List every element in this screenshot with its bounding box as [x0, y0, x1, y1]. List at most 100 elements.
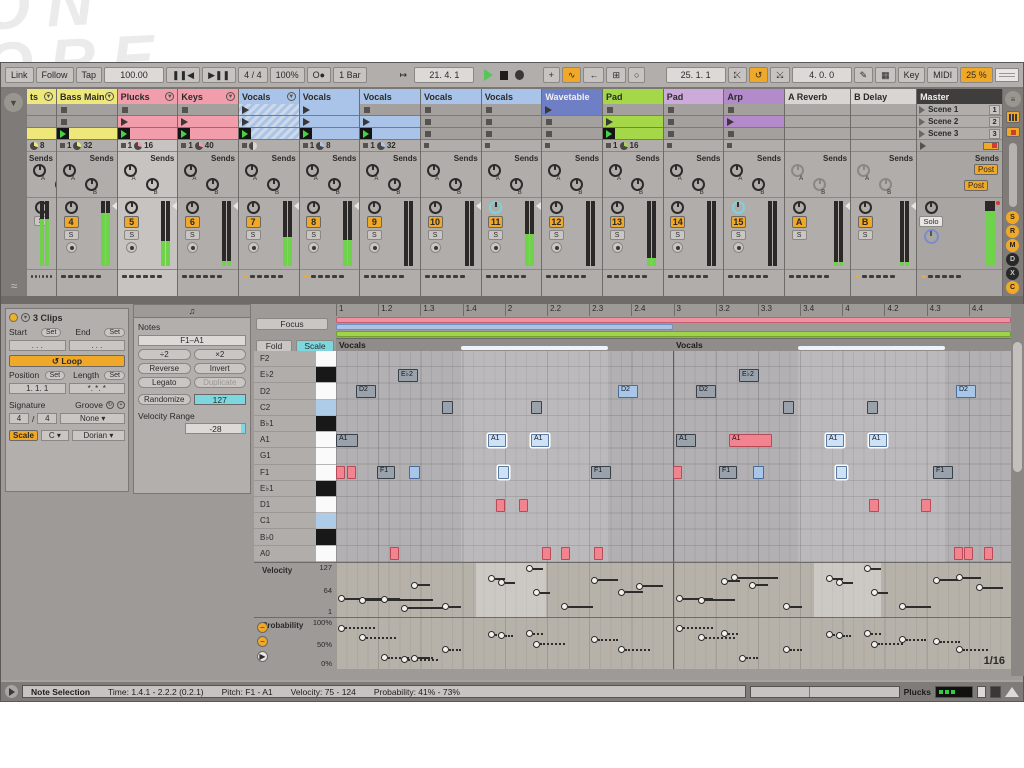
clip-slot-3[interactable]	[118, 128, 178, 140]
track-activator-button[interactable]: 6	[185, 216, 200, 228]
status-dark-box[interactable]	[990, 686, 1001, 698]
clip-slot-1[interactable]	[118, 104, 178, 116]
clip-stop-square[interactable]	[303, 143, 308, 148]
track-header[interactable]: Master	[917, 89, 1002, 104]
midi-note[interactable]	[984, 547, 993, 560]
midi-map-button[interactable]: MIDI	[927, 67, 958, 83]
clip-slot-1[interactable]	[603, 104, 663, 116]
clip-slot-1[interactable]	[785, 104, 850, 116]
solo-button[interactable]: S	[610, 230, 625, 240]
punch-out-icon[interactable]: ⤩	[770, 67, 789, 83]
lane-play-icon[interactable]: ▶	[257, 651, 268, 662]
follow-arrow-icon[interactable]: ↦	[400, 70, 408, 81]
probability-marker[interactable]	[526, 630, 533, 637]
status-small-box[interactable]	[977, 686, 986, 698]
piano-key-bb0[interactable]	[316, 529, 336, 545]
status-play-icon[interactable]	[5, 685, 18, 698]
launch-quantize-menu[interactable]: 1 Bar	[333, 67, 367, 83]
velocity-marker[interactable]	[721, 578, 728, 585]
clip-slot-2[interactable]	[360, 116, 420, 128]
mixer-section-toggle-m[interactable]: M	[1006, 239, 1019, 252]
clip-play-icon[interactable]	[121, 118, 128, 126]
probability-marker[interactable]	[836, 632, 843, 639]
new-button[interactable]: +	[543, 67, 560, 83]
track-header[interactable]: Plucks▼	[118, 89, 178, 104]
pan-knob[interactable]	[368, 201, 381, 214]
velocity-marker[interactable]	[899, 603, 906, 610]
track-header[interactable]: Vocals	[482, 89, 542, 104]
velocity-marker[interactable]	[749, 582, 756, 589]
midi-note[interactable]	[867, 401, 878, 414]
piano-key-a0[interactable]	[316, 546, 336, 562]
midi-note[interactable]	[964, 547, 973, 560]
track-header[interactable]: Vocals	[421, 89, 481, 104]
track-activator-button[interactable]: 9	[367, 216, 382, 228]
master-pan-knob[interactable]	[925, 201, 938, 214]
arm-button[interactable]	[612, 242, 623, 253]
clip-slot-2[interactable]	[300, 116, 360, 128]
clip-launch-playing[interactable]	[178, 128, 190, 139]
clip-slot-3[interactable]	[664, 128, 724, 140]
probability-marker[interactable]	[783, 646, 790, 653]
clip-color-icon[interactable]	[9, 313, 18, 322]
midi-note[interactable]	[673, 466, 682, 479]
solo-button[interactable]: S	[185, 230, 200, 240]
clip-title-band[interactable]: Vocals Vocals	[336, 338, 1011, 351]
stop-all-clips-button[interactable]	[983, 142, 999, 150]
loop-toggle-button[interactable]: ↺ Loop	[9, 355, 125, 367]
pan-knob[interactable]	[307, 201, 320, 214]
reverse-button[interactable]: Reverse	[138, 363, 191, 374]
io-meter-icon[interactable]	[1006, 111, 1020, 123]
probability-marker[interactable]	[956, 646, 963, 653]
midi-note[interactable]: A1	[826, 434, 844, 447]
clip-play-icon[interactable]	[606, 118, 613, 126]
probability-marker[interactable]	[359, 634, 366, 641]
clip-slot-3[interactable]	[724, 128, 784, 140]
track-activator-button[interactable]: 10	[428, 216, 443, 228]
velocity-marker[interactable]	[676, 595, 683, 602]
pan-knob[interactable]	[859, 201, 872, 214]
track-activator-button[interactable]: 11	[488, 216, 503, 228]
probability-marker[interactable]	[591, 636, 598, 643]
back-to-arrangement-icon[interactable]	[920, 142, 926, 150]
clip-play-icon[interactable]	[303, 118, 310, 126]
clip-launch-playing[interactable]	[360, 128, 372, 139]
clip-slot-1[interactable]	[724, 104, 784, 116]
clip-slot-2[interactable]	[724, 116, 784, 128]
probability-marker[interactable]	[721, 630, 728, 637]
track-activator-button[interactable]: 5	[124, 216, 139, 228]
track-activator-button[interactable]: 12	[549, 216, 564, 228]
mixer-section-toggle-c[interactable]: C	[1006, 281, 1019, 294]
note-grid[interactable]: E♭2D2D2A1A1A1F1F1E♭2D2D2A1A1A1A1F1F1	[336, 351, 1011, 562]
master-solo-button[interactable]: Solo	[919, 216, 943, 227]
track-header[interactable]: Vocals	[360, 89, 420, 104]
link-button[interactable]: Link	[5, 67, 34, 83]
probability-marker[interactable]	[338, 625, 345, 632]
midi-note[interactable]	[498, 466, 509, 479]
arrangement-position-field[interactable]: 21. 4. 1	[414, 67, 474, 83]
start-set-button[interactable]: Set	[41, 328, 62, 337]
randomize-button[interactable]: Randomize	[138, 394, 191, 405]
piano-key-bb1[interactable]	[316, 416, 336, 432]
groove-amount-field[interactable]: 100%	[270, 67, 305, 83]
track-activator-button[interactable]: 4	[64, 216, 79, 228]
clip-slot-2[interactable]	[27, 116, 56, 128]
mixer-section-toggle-x[interactable]: X	[1006, 267, 1019, 280]
midi-note[interactable]: A1	[676, 434, 696, 447]
track-header[interactable]: Keys▼	[178, 89, 238, 104]
groove-select[interactable]: None ▾	[60, 413, 125, 424]
midi-note[interactable]: F1	[591, 466, 611, 479]
automation-arm-icon[interactable]: ∿	[562, 67, 582, 83]
midi-note[interactable]	[921, 499, 931, 512]
clip-loop-bar-3[interactable]	[336, 331, 1011, 337]
midi-note[interactable]: A1	[729, 434, 772, 447]
pan-knob[interactable]	[671, 201, 684, 214]
scene-row-2[interactable]: Scene 22	[917, 116, 1002, 128]
focus-button[interactable]: Focus	[256, 318, 328, 330]
invert-button[interactable]: Invert	[194, 363, 247, 374]
pan-knob[interactable]	[65, 201, 78, 214]
loop-length-field[interactable]: 4. 0. 0	[792, 67, 852, 83]
track-header[interactable]: Arp	[724, 89, 784, 104]
randomize-amount-field[interactable]: 127	[194, 394, 247, 405]
probability-marker[interactable]	[826, 631, 833, 638]
